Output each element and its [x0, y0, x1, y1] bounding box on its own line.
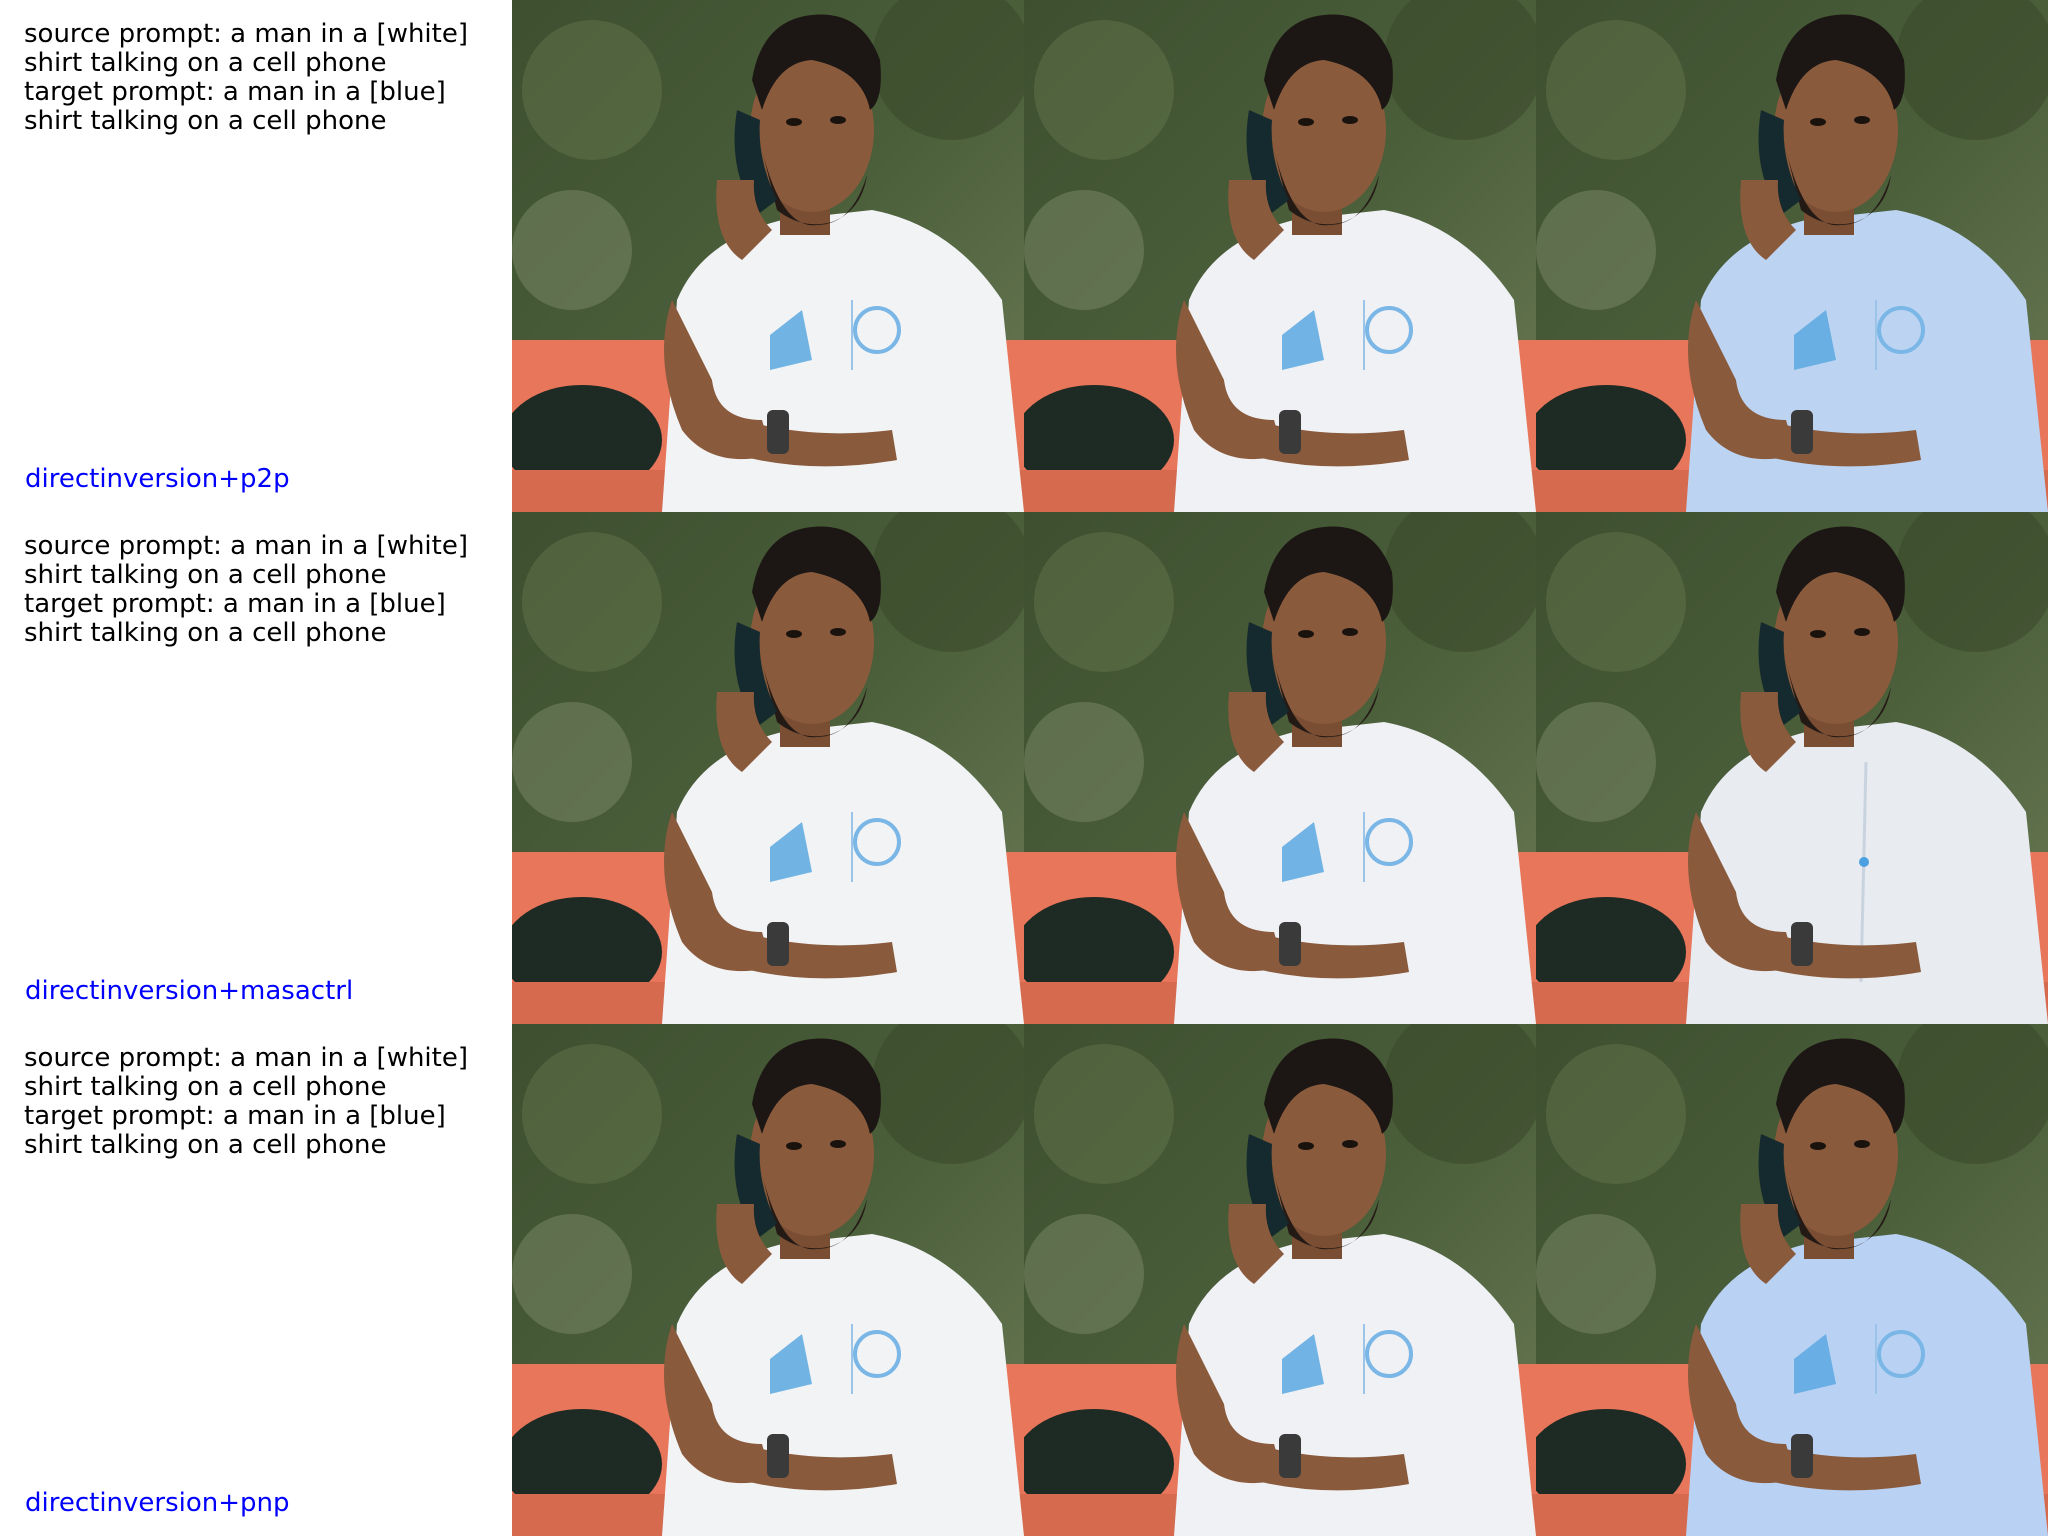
photo-illustration [1536, 0, 2048, 512]
photo-illustration [512, 512, 1024, 1024]
reconstruction-image [1024, 0, 1536, 512]
photo-illustration [512, 0, 1024, 512]
edited-image [1536, 512, 2048, 1024]
photo-illustration [1024, 512, 1536, 1024]
prompt-panel: source prompt: a man in a [white] shirt … [0, 1024, 512, 1536]
method-label: directinversion+masactrl [25, 976, 354, 1006]
photo-illustration [1536, 1024, 2048, 1536]
prompt-text: source prompt: a man in a [white] shirt … [24, 1044, 504, 1160]
photo-illustration [512, 1024, 1024, 1536]
photo-illustration [1536, 512, 2048, 1024]
prompt-panel: source prompt: a man in a [white] shirt … [0, 0, 512, 512]
prompt-text: source prompt: a man in a [white] shirt … [24, 532, 504, 648]
target-prompt: target prompt: a man in a [blue] shirt t… [24, 77, 455, 136]
source-prompt: source prompt: a man in a [white] shirt … [24, 19, 477, 78]
reconstruction-image [1024, 1024, 1536, 1536]
source-image [512, 1024, 1024, 1536]
source-image [512, 0, 1024, 512]
edited-image [1536, 1024, 2048, 1536]
prompt-text: source prompt: a man in a [white] shirt … [24, 20, 504, 136]
prompt-panel: source prompt: a man in a [white] shirt … [0, 512, 512, 1024]
result-row: source prompt: a man in a [white] shirt … [0, 0, 2048, 512]
photo-illustration [1024, 1024, 1536, 1536]
target-prompt: target prompt: a man in a [blue] shirt t… [24, 589, 455, 648]
method-label: directinversion+pnp [25, 1488, 290, 1518]
target-prompt: target prompt: a man in a [blue] shirt t… [24, 1101, 455, 1160]
edited-image [1536, 0, 2048, 512]
source-prompt: source prompt: a man in a [white] shirt … [24, 1043, 477, 1102]
photo-illustration [1024, 0, 1536, 512]
reconstruction-image [1024, 512, 1536, 1024]
method-label: directinversion+p2p [25, 464, 290, 494]
comparison-grid: source prompt: a man in a [white] shirt … [0, 0, 2048, 1536]
result-row: source prompt: a man in a [white] shirt … [0, 1024, 2048, 1536]
result-row: source prompt: a man in a [white] shirt … [0, 512, 2048, 1024]
source-prompt: source prompt: a man in a [white] shirt … [24, 531, 477, 590]
source-image [512, 512, 1024, 1024]
